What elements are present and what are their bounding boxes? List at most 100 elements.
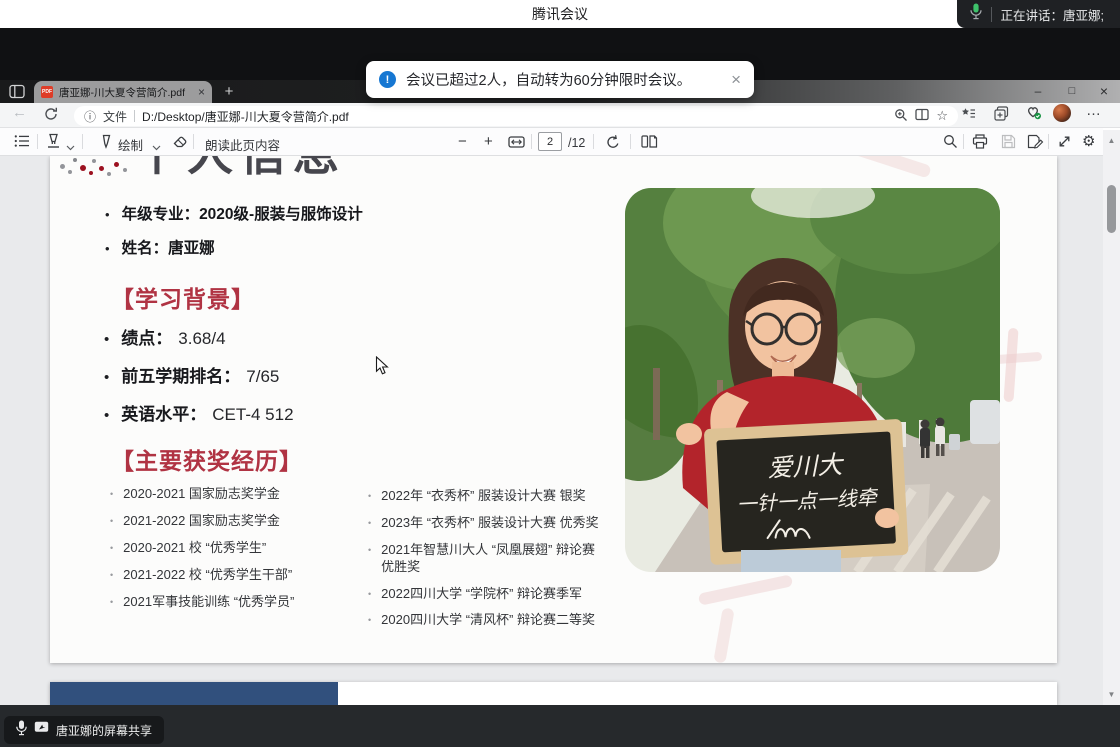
toast-message: 会议已超过2人，自动转为60分钟限时会议。 bbox=[406, 69, 691, 90]
list-item: • 年级专业：2020级-服装与服饰设计 bbox=[105, 202, 363, 224]
list-item: •2023年 “衣秀杯” 服装设计大赛 优秀奖 bbox=[368, 515, 606, 532]
english-label: 英语水平： bbox=[121, 400, 206, 425]
pdf-file-icon: PDF bbox=[41, 86, 53, 98]
read-aloud-button[interactable]: 朗读此页内容 bbox=[205, 135, 280, 154]
eraser-icon[interactable] bbox=[172, 134, 188, 154]
browser-essentials-icon[interactable] bbox=[1026, 105, 1042, 125]
list-item: •2021-2022 校 “优秀学生干部” bbox=[110, 567, 365, 584]
speaking-indicator: 正在讲话：唐亚娜; bbox=[957, 0, 1120, 28]
watermark-stroke bbox=[698, 574, 793, 605]
pdf-page-3-preview bbox=[50, 682, 1057, 705]
share-indicator-label: 唐亚娜的屏幕共享 bbox=[56, 722, 152, 739]
scroll-up-icon[interactable]: ▲ bbox=[1103, 136, 1120, 145]
scroll-down-icon[interactable]: ▼ bbox=[1103, 690, 1120, 699]
print-icon[interactable] bbox=[972, 134, 988, 154]
tab-title: 唐亚娜-川大夏令营简介.pdf bbox=[59, 85, 192, 100]
page-total-label: /12 bbox=[568, 136, 585, 150]
profile-avatar[interactable] bbox=[1053, 104, 1071, 122]
zoom-in-icon[interactable]: + bbox=[484, 133, 493, 150]
address-scheme: 文件 bbox=[103, 108, 127, 125]
save-as-icon[interactable] bbox=[1027, 134, 1044, 154]
window-close-button[interactable]: × bbox=[1092, 80, 1116, 102]
zoom-page-icon[interactable] bbox=[894, 108, 908, 125]
tab-close-icon[interactable]: × bbox=[198, 85, 205, 99]
mouse-cursor bbox=[375, 356, 389, 381]
window-maximize-button[interactable]: □ bbox=[1060, 80, 1084, 102]
new-tab-button[interactable]: + bbox=[219, 81, 239, 101]
toast-close-icon[interactable]: × bbox=[731, 70, 741, 90]
divider bbox=[1048, 134, 1049, 149]
divider bbox=[991, 7, 992, 22]
study-list: • 绩点： 3.68/4 • 前五学期排名： 7/65 • 英语水平： CET-… bbox=[104, 324, 294, 425]
meeting-bottom-bar: 唐亚娜的屏幕共享 bbox=[0, 705, 1120, 747]
profile-list: • 年级专业：2020级-服装与服饰设计 • 姓名：唐亚娜 bbox=[105, 202, 363, 258]
divider bbox=[193, 134, 194, 149]
awards-right-column: •2022年 “衣秀杯” 服装设计大赛 银奖 •2023年 “衣秀杯” 服装设计… bbox=[368, 488, 606, 629]
highlighter-icon[interactable] bbox=[46, 133, 61, 154]
profile-photo: 爱川大 一针一点一线牵 bbox=[625, 188, 1000, 572]
rotate-icon[interactable] bbox=[605, 134, 621, 155]
address-input[interactable]: ⓘ 文件 D:/Desktop/唐亚娜-川大夏令营简介.pdf ☆ bbox=[74, 106, 958, 126]
english-value: CET-4 512 bbox=[212, 405, 293, 425]
microphone-active-icon bbox=[970, 3, 982, 25]
microphone-icon bbox=[16, 720, 27, 741]
divider bbox=[630, 134, 631, 149]
chevron-down-icon[interactable] bbox=[152, 138, 161, 156]
meeting-titlebar: 腾讯会议 bbox=[0, 0, 1120, 28]
browser-tab-active[interactable]: PDF 唐亚娜-川大夏令营简介.pdf × bbox=[34, 81, 212, 103]
meeting-title: 腾讯会议 bbox=[532, 4, 588, 24]
profile-name: 姓名：唐亚娜 bbox=[122, 236, 215, 258]
divider bbox=[531, 134, 532, 149]
pdf-scrollbar[interactable]: ▲ ▼ bbox=[1103, 130, 1120, 705]
chalkboard-line-1: 爱川大 bbox=[767, 451, 846, 483]
list-item: • 前五学期排名： 7/65 bbox=[104, 362, 294, 387]
list-item: •2021年智慧川大人 “凤凰展翅” 辩论赛 优胜奖 bbox=[368, 542, 606, 576]
page-view-icon[interactable] bbox=[641, 134, 658, 154]
collections-icon[interactable] bbox=[994, 106, 1009, 126]
zoom-out-icon[interactable]: − bbox=[458, 133, 467, 150]
study-section-heading: 【学习背景】 bbox=[111, 280, 255, 314]
pdf-page-2: 个人信息 • 年级专业：2020级-服装与服饰设计 • 姓名：唐亚娜 【学习背景… bbox=[50, 156, 1057, 663]
list-item: •2020-2021 校 “优秀学生” bbox=[110, 540, 365, 557]
divider bbox=[963, 134, 964, 149]
list-item: •2022年 “衣秀杯” 服装设计大赛 银奖 bbox=[368, 488, 606, 505]
draw-pen-icon[interactable] bbox=[99, 134, 114, 154]
list-item: • 英语水平： CET-4 512 bbox=[104, 400, 294, 425]
page-info-icon[interactable]: ⓘ bbox=[84, 108, 96, 125]
divider bbox=[82, 134, 83, 149]
favorites-bar-icon[interactable] bbox=[961, 107, 976, 125]
divider bbox=[593, 134, 594, 149]
fit-width-icon[interactable] bbox=[508, 135, 525, 154]
workspaces-icon[interactable] bbox=[9, 84, 25, 104]
fullscreen-icon[interactable] bbox=[1057, 134, 1072, 154]
watermark-stroke bbox=[842, 156, 932, 179]
chevron-down-icon[interactable] bbox=[66, 138, 75, 156]
browser-menu-icon[interactable]: … bbox=[1086, 102, 1102, 119]
divider bbox=[134, 110, 135, 122]
next-page-banner bbox=[50, 682, 338, 705]
gear-icon[interactable]: ⚙ bbox=[1082, 132, 1095, 150]
page-number-input[interactable] bbox=[538, 132, 562, 151]
gpa-label: 绩点： bbox=[121, 324, 172, 349]
address-path: D:/Desktop/唐亚娜-川大夏令营简介.pdf bbox=[142, 108, 349, 125]
search-icon[interactable] bbox=[943, 134, 958, 154]
pdf-viewer[interactable]: 个人信息 • 年级专业：2020级-服装与服饰设计 • 姓名：唐亚娜 【学习背景… bbox=[0, 156, 1103, 705]
scrollbar-thumb[interactable] bbox=[1107, 185, 1116, 233]
screen-share-icon bbox=[34, 721, 49, 739]
speaking-label: 正在讲话：唐亚娜; bbox=[1001, 5, 1104, 24]
awards-left-column: •2020-2021 国家励志奖学金 •2021-2022 国家励志奖学金 •2… bbox=[110, 486, 365, 610]
watermark-stroke bbox=[713, 607, 734, 663]
dots-decoration bbox=[58, 156, 138, 182]
list-item: • 绩点： 3.68/4 bbox=[104, 324, 294, 349]
toc-icon[interactable] bbox=[14, 134, 30, 153]
refresh-icon[interactable] bbox=[44, 107, 58, 126]
split-screen-icon[interactable] bbox=[915, 108, 929, 124]
window-minimize-button[interactable]: – bbox=[1026, 80, 1050, 102]
back-icon[interactable]: ← bbox=[12, 104, 27, 121]
list-item: •2022四川大学 “学院杯” 辩论赛季军 bbox=[368, 586, 606, 603]
draw-label[interactable]: 绘制 bbox=[118, 135, 143, 154]
watermark-stroke bbox=[1003, 328, 1018, 403]
screen-share-indicator[interactable]: 唐亚娜的屏幕共享 bbox=[4, 716, 164, 744]
favorite-star-icon[interactable]: ☆ bbox=[936, 108, 948, 124]
meeting-toast: ! 会议已超过2人，自动转为60分钟限时会议。 × bbox=[366, 61, 754, 98]
